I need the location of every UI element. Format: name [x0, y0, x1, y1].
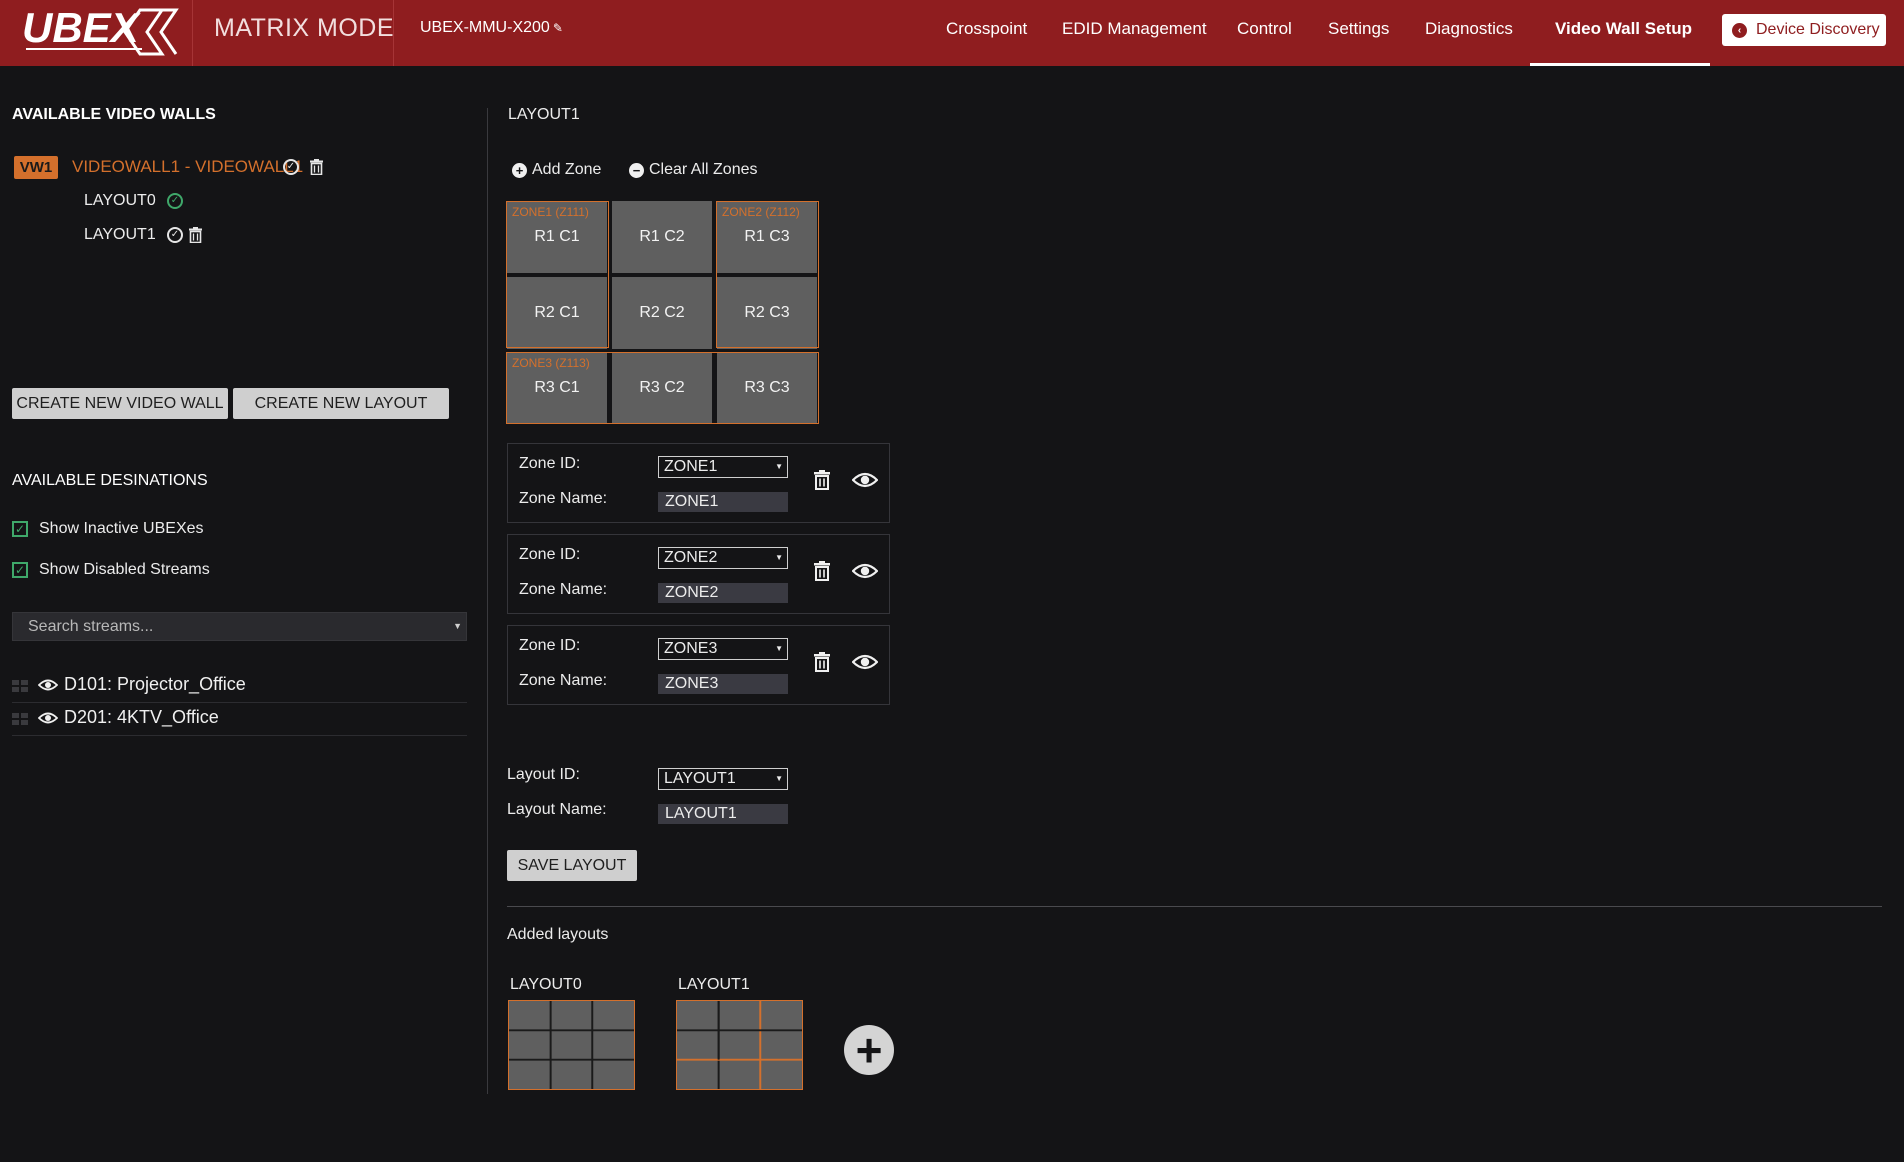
zone-name-label: Zone Name:: [519, 581, 608, 598]
show-inactive-checkbox[interactable]: ✓: [12, 521, 28, 537]
zone-id-select[interactable]: ZONE2 ▼: [658, 547, 788, 569]
panel-divider: [487, 108, 488, 1094]
pencil-icon[interactable]: ✎: [553, 21, 563, 35]
layout-thumbnail[interactable]: [676, 1000, 803, 1090]
zone-outline: [506, 201, 609, 348]
zone-id-label: Zone ID:: [519, 546, 581, 563]
chevron-left-icon: ‹: [1732, 22, 1747, 38]
caret-down-icon: ▼: [453, 621, 462, 631]
show-inactive-label: Show Inactive UBEXes: [39, 520, 204, 537]
zone-outline: [716, 201, 819, 348]
create-video-wall-button[interactable]: CREATE NEW VIDEO WALL: [12, 388, 228, 419]
zone-name-input[interactable]: ZONE1: [658, 492, 788, 512]
grid-handle-icon[interactable]: [12, 680, 28, 692]
layout-name-input[interactable]: LAYOUT1: [658, 804, 788, 824]
added-layout-label: LAYOUT1: [678, 976, 750, 993]
trash-icon[interactable]: [310, 159, 323, 175]
zone-name-label: Zone Name:: [519, 672, 608, 689]
add-layout-plus-icon[interactable]: +: [844, 1025, 894, 1075]
check-circle-icon[interactable]: ✓: [167, 227, 183, 243]
layout-id-label: Layout ID:: [507, 766, 580, 783]
section-divider: [507, 906, 1882, 907]
sidebar-layout-item[interactable]: LAYOUT0: [84, 192, 156, 210]
ubex-logo: UBEX: [22, 4, 179, 56]
device-name[interactable]: UBEX-MMU-X200 ✎: [420, 19, 563, 37]
zone-name-input[interactable]: ZONE2: [658, 583, 788, 603]
trash-icon[interactable]: [814, 470, 830, 490]
destination-label: D201: 4KTV_Office: [64, 707, 219, 727]
zone-tag: ZONE1 (Z111): [512, 205, 589, 219]
nav-edid-management[interactable]: EDID Management: [1062, 19, 1207, 39]
zone-id-label: Zone ID:: [519, 455, 581, 472]
zone-name-input[interactable]: ZONE3: [658, 674, 788, 694]
caret-down-icon: ▼: [775, 774, 783, 783]
minus-circle-icon: −: [629, 162, 644, 178]
trash-icon[interactable]: [189, 227, 202, 243]
destination-item[interactable]: D101: Projector_Office: [12, 670, 467, 703]
caret-down-icon: ▼: [775, 462, 783, 471]
nav-crosspoint[interactable]: Crosspoint: [946, 19, 1027, 39]
header-divider: [393, 0, 394, 66]
eye-icon[interactable]: [38, 711, 58, 725]
sidebar-layout-item[interactable]: LAYOUT1: [84, 226, 156, 244]
zone-id-select[interactable]: ZONE1 ▼: [658, 456, 788, 478]
eye-icon[interactable]: [38, 678, 58, 692]
eye-icon[interactable]: [852, 471, 878, 489]
device-discovery-button[interactable]: ‹ Device Discovery: [1722, 14, 1886, 46]
layout-id-select[interactable]: LAYOUT1 ▼: [658, 768, 788, 790]
search-streams-dropdown[interactable]: Search streams... ▼: [12, 612, 467, 641]
zone-tag: ZONE2 (Z112): [722, 205, 800, 219]
trash-icon[interactable]: [814, 652, 830, 672]
grid-handle-icon[interactable]: [12, 713, 28, 725]
show-disabled-label: Show Disabled Streams: [39, 561, 210, 578]
videowall-name[interactable]: VIDEOWALL1 - VIDEOWALL1: [72, 157, 303, 177]
show-disabled-checkbox[interactable]: ✓: [12, 562, 28, 578]
create-layout-button[interactable]: CREATE NEW LAYOUT: [233, 388, 449, 419]
clear-all-zones-button[interactable]: − Clear All Zones: [629, 161, 758, 179]
grid-cell[interactable]: R2 C2: [612, 277, 712, 349]
mode-title: MATRIX MODE: [214, 14, 395, 42]
caret-down-icon: ▼: [775, 553, 783, 562]
available-destinations-title: AVAILABLE DESINATIONS: [12, 472, 208, 489]
added-layout-label: LAYOUT0: [510, 976, 582, 993]
zone-editor: Zone ID: Zone Name: ZONE1 ▼ ZONE1: [507, 443, 890, 523]
layout-name-label: Layout Name:: [507, 801, 607, 818]
zone-name-label: Zone Name:: [519, 490, 608, 507]
active-tab-indicator: [1530, 63, 1710, 66]
zone-editor: Zone ID: Zone Name: ZONE2 ▼ ZONE2: [507, 534, 890, 614]
destination-label: D101: Projector_Office: [64, 674, 246, 694]
nav-control[interactable]: Control: [1237, 19, 1292, 39]
layout-thumbnail[interactable]: [508, 1000, 635, 1090]
nav-diagnostics[interactable]: Diagnostics: [1425, 19, 1513, 39]
eye-icon[interactable]: [852, 653, 878, 671]
save-layout-button[interactable]: SAVE LAYOUT: [507, 850, 637, 881]
check-circle-icon[interactable]: ✓: [283, 159, 299, 175]
zone-id-label: Zone ID:: [519, 637, 581, 654]
zone-id-select[interactable]: ZONE3 ▼: [658, 638, 788, 660]
trash-icon[interactable]: [814, 561, 830, 581]
layout-title: LAYOUT1: [508, 106, 580, 123]
top-header: UBEX MATRIX MODE UBEX-MMU-X200 ✎ Crosspoi…: [0, 0, 1904, 66]
plus-circle-icon: +: [512, 162, 527, 178]
header-divider: [192, 0, 193, 66]
videowall-tag: VW1: [14, 156, 58, 179]
destination-item[interactable]: D201: 4KTV_Office: [12, 703, 467, 736]
eye-icon[interactable]: [852, 562, 878, 580]
add-zone-button[interactable]: + Add Zone: [512, 161, 601, 179]
nav-settings[interactable]: Settings: [1328, 19, 1389, 39]
check-circle-icon: ✓: [167, 193, 183, 209]
grid-cell[interactable]: R1 C2: [612, 201, 712, 273]
nav-video-wall-setup[interactable]: Video Wall Setup: [1555, 19, 1692, 39]
available-video-walls-title: AVAILABLE VIDEO WALLS: [12, 106, 216, 123]
caret-down-icon: ▼: [775, 644, 783, 653]
svg-text:UBEX: UBEX: [22, 4, 142, 51]
zone-editor: Zone ID: Zone Name: ZONE3 ▼ ZONE3: [507, 625, 890, 705]
zone-tag: ZONE3 (Z113): [512, 356, 590, 370]
added-layouts-title: Added layouts: [507, 926, 609, 943]
